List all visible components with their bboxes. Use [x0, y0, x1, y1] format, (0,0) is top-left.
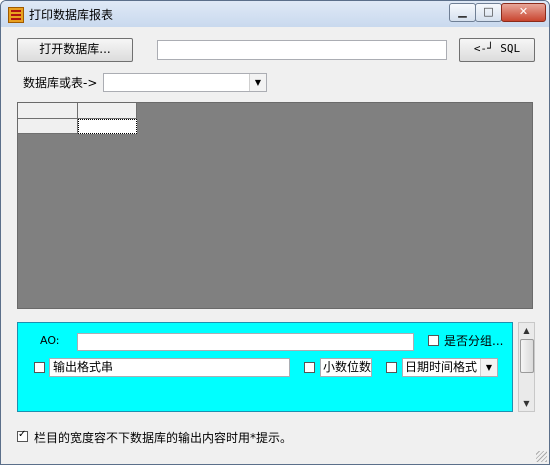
resize-grip-icon[interactable]	[536, 451, 547, 462]
data-grid[interactable]	[17, 102, 533, 309]
datetime-format-value: 日期时间格式	[405, 360, 478, 374]
options-panel: AO: 是否分组... 输出格式串 小数位数 日期时间格式 ▼	[17, 322, 513, 412]
overflow-hint-label[interactable]: 栏目的宽度容不下数据库的输出内容时用*提示。	[34, 429, 292, 446]
open-database-button[interactable]: 打开数据库...	[17, 38, 133, 62]
grid-cell[interactable]	[78, 119, 137, 134]
datetime-format-select[interactable]: 日期时间格式 ▼	[402, 358, 498, 377]
close-button[interactable]: ✕	[501, 3, 546, 22]
app-icon	[8, 7, 24, 23]
chevron-down-icon[interactable]: ▼	[249, 74, 266, 91]
database-label: 数据库或表->	[23, 76, 98, 90]
scroll-down-icon[interactable]: ▼	[519, 396, 534, 411]
decimal-checkbox[interactable]	[304, 362, 315, 373]
grouping-label[interactable]: 是否分组...	[444, 332, 503, 349]
maximize-button[interactable]: □	[475, 3, 502, 22]
grid-row-header[interactable]	[18, 119, 78, 134]
run-sql-button[interactable]: <-┘ SQL	[459, 38, 535, 62]
minimize-button[interactable]: ▁	[449, 3, 476, 22]
chevron-down-icon[interactable]: ▼	[480, 359, 497, 376]
window-title: 打印数据库报表	[29, 8, 114, 22]
main-window: 打印数据库报表 ▁ □ ✕ 打开数据库... <-┘ SQL 数据库或表-> ▼…	[0, 0, 550, 465]
decimal-places-field[interactable]: 小数位数	[320, 358, 372, 377]
format-string-input[interactable]: 输出格式串	[49, 358, 290, 377]
database-select[interactable]: ▼	[103, 73, 267, 92]
scroll-up-icon[interactable]: ▲	[519, 323, 534, 338]
datetime-checkbox[interactable]	[386, 362, 397, 373]
options-scrollbar[interactable]: ▲ ▼	[518, 322, 535, 412]
format-checkbox[interactable]	[34, 362, 45, 373]
sql-input[interactable]	[157, 40, 447, 60]
ao-label: AO:	[40, 334, 60, 347]
scroll-thumb[interactable]	[520, 339, 534, 373]
ao-input[interactable]	[77, 333, 414, 351]
overflow-hint-checkbox[interactable]	[17, 429, 28, 442]
grid-corner-cell[interactable]	[18, 103, 78, 119]
grouping-checkbox[interactable]	[428, 335, 439, 346]
title-bar[interactable]: 打印数据库报表 ▁ □ ✕	[1, 1, 549, 27]
grid-column-header[interactable]	[78, 103, 137, 119]
